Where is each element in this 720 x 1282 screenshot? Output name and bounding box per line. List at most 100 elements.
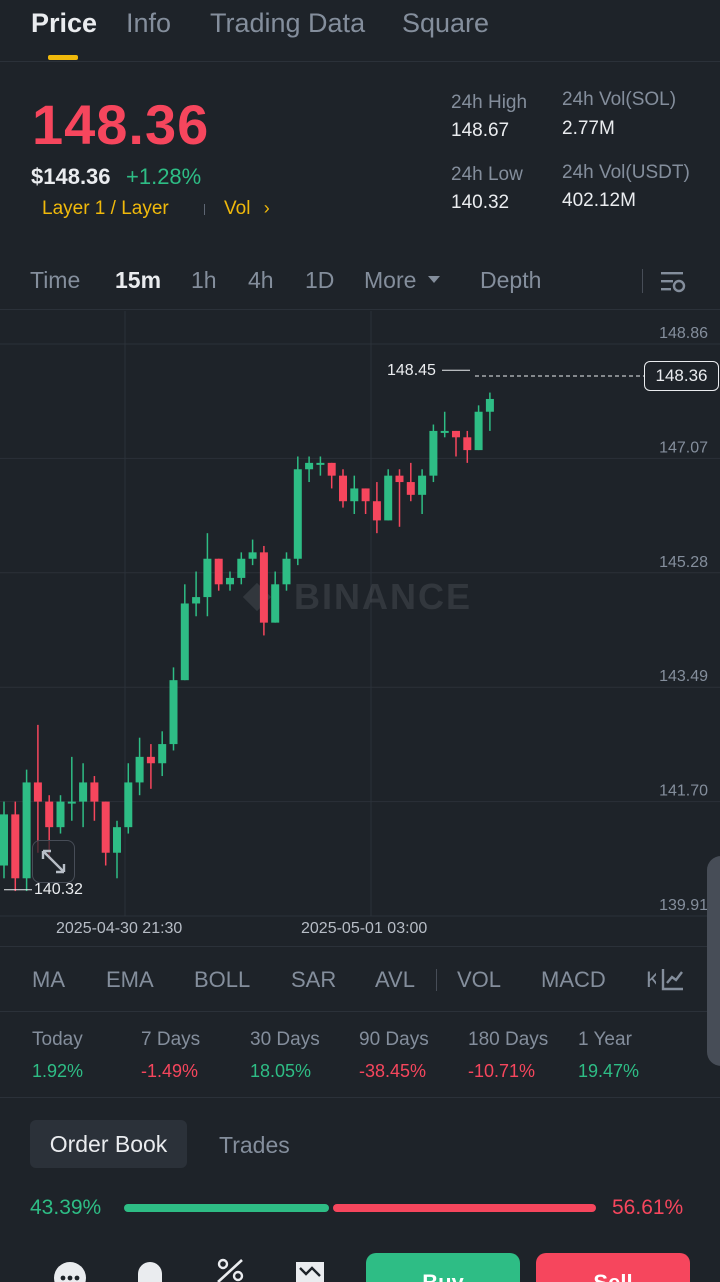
candle-body bbox=[33, 782, 42, 802]
indicator-avl[interactable]: AVL bbox=[375, 967, 415, 993]
candle-body bbox=[192, 597, 201, 604]
buy-ratio: 43.39% bbox=[30, 1196, 102, 1219]
top-tabs: Price Info Trading Data Square bbox=[0, 0, 720, 62]
perf-label: 180 Days bbox=[468, 1029, 549, 1050]
indicator-macd[interactable]: MACD bbox=[541, 967, 606, 993]
candle-body bbox=[293, 469, 302, 559]
chart-canvas: BINANCE 148.86 147.07 145.28 143.49 141.70 13… bbox=[0, 311, 720, 917]
order-book-tab[interactable]: Order Book bbox=[30, 1120, 187, 1168]
category-tags[interactable]: Layer 1 / Layer bbox=[42, 198, 169, 220]
candle-body bbox=[418, 475, 427, 495]
interval-1d[interactable]: 1D bbox=[305, 267, 334, 294]
chat-icon[interactable] bbox=[50, 1256, 90, 1282]
candle-body bbox=[384, 475, 393, 521]
candle-body bbox=[0, 814, 8, 866]
current-price-tag: 148.36 bbox=[644, 361, 719, 391]
candle-body bbox=[101, 801, 110, 853]
candle-body bbox=[90, 782, 99, 802]
indicator-divider bbox=[436, 969, 437, 991]
interval-time[interactable]: Time bbox=[30, 267, 80, 294]
candle-body bbox=[226, 577, 234, 585]
indicator-settings-icon[interactable] bbox=[661, 967, 685, 991]
y-tick-label: 143.49 bbox=[659, 668, 708, 685]
indicator-ema[interactable]: EMA bbox=[106, 967, 154, 993]
perf-label: 30 Days bbox=[250, 1029, 320, 1050]
vol-sol-value: 2.77M bbox=[562, 118, 615, 139]
active-tab-indicator bbox=[48, 55, 78, 60]
candle-body bbox=[146, 756, 155, 764]
interval-depth[interactable]: Depth bbox=[480, 267, 541, 294]
sell-ratio: 56.61% bbox=[612, 1196, 684, 1219]
candle-body bbox=[180, 603, 189, 681]
interval-divider bbox=[642, 269, 643, 293]
side-drawer-handle[interactable] bbox=[707, 856, 720, 1066]
interval-more-label: More bbox=[364, 267, 417, 293]
candle-body bbox=[271, 584, 280, 623]
vol-usdt-label: 24h Vol(USDT) bbox=[562, 162, 690, 183]
candle-body bbox=[282, 558, 291, 585]
price-usd: $148.36 bbox=[31, 164, 111, 189]
perf-value: -10.71% bbox=[468, 1061, 536, 1081]
candle-body bbox=[259, 552, 268, 623]
candle-body bbox=[248, 552, 257, 559]
candle-body bbox=[237, 558, 246, 578]
interval-4h[interactable]: 4h bbox=[248, 267, 274, 294]
sell-button[interactable]: Sell bbox=[536, 1253, 690, 1282]
chart-settings-icon[interactable] bbox=[660, 269, 686, 295]
candle-body bbox=[406, 482, 415, 495]
vol-link-label[interactable]: Vol bbox=[224, 198, 250, 219]
indicator-kdj[interactable]: K bbox=[646, 967, 656, 993]
last-price: 148.36 bbox=[32, 93, 210, 156]
candle-body bbox=[113, 827, 121, 853]
y-tick-label: 141.70 bbox=[659, 783, 708, 800]
candle-body bbox=[327, 462, 336, 476]
indicator-boll[interactable]: BOLL bbox=[194, 967, 250, 993]
tag-separator bbox=[204, 204, 205, 215]
fullscreen-button[interactable] bbox=[32, 840, 75, 883]
candle-body bbox=[350, 488, 359, 502]
watermark-text: BINANCE bbox=[294, 576, 472, 617]
interval-1h[interactable]: 1h bbox=[191, 267, 217, 294]
tab-trading-data[interactable]: Trading Data bbox=[210, 8, 365, 39]
trades-tab[interactable]: Trades bbox=[219, 1132, 290, 1159]
candle-body bbox=[11, 814, 20, 879]
section-divider bbox=[0, 1097, 720, 1098]
perf-value: 19.47% bbox=[578, 1061, 640, 1081]
candlestick-chart[interactable]: BINANCE 148.86 147.07 145.28 143.49 141.70 13… bbox=[0, 311, 720, 945]
tab-info[interactable]: Info bbox=[126, 8, 171, 39]
tag-layer[interactable]: Layer 1 / Layer bbox=[42, 198, 169, 219]
candle-body bbox=[79, 782, 88, 802]
tab-square[interactable]: Square bbox=[402, 8, 489, 39]
indicator-vol[interactable]: VOL bbox=[457, 967, 501, 993]
y-tick-label: 147.07 bbox=[659, 439, 708, 456]
indicator-ma[interactable]: MA bbox=[32, 967, 65, 993]
interval-15m[interactable]: 15m bbox=[115, 267, 161, 294]
expand-icon bbox=[41, 849, 66, 874]
perf-value: -38.45% bbox=[359, 1061, 427, 1081]
candle-body bbox=[22, 782, 31, 879]
buy-ratio-bar bbox=[124, 1204, 329, 1212]
interval-bar: Time 15m 1h 4h 1D More Depth bbox=[0, 255, 720, 310]
bell-icon[interactable] bbox=[130, 1256, 170, 1282]
x-tick-1: 2025-04-30 21:30 bbox=[56, 920, 183, 937]
candle-body bbox=[56, 801, 65, 828]
interval-more[interactable]: More bbox=[364, 267, 441, 294]
vol-usdt-value: 402.12M bbox=[562, 190, 636, 211]
perf-value: 18.05% bbox=[250, 1061, 312, 1081]
tab-price[interactable]: Price bbox=[31, 8, 97, 39]
candle-body bbox=[158, 744, 167, 764]
perf-label: Today bbox=[32, 1029, 83, 1050]
vol-link[interactable]: Vol › bbox=[224, 198, 270, 220]
y-tick-label: 139.91 bbox=[659, 897, 708, 914]
indicator-sar[interactable]: SAR bbox=[291, 967, 336, 993]
candle-body bbox=[372, 501, 381, 521]
strategy-icon[interactable] bbox=[290, 1256, 330, 1282]
perf-value: -1.49% bbox=[141, 1061, 199, 1081]
buy-button[interactable]: Buy bbox=[366, 1253, 520, 1282]
candle-body bbox=[452, 430, 460, 438]
y-tick-label: 148.86 bbox=[659, 325, 708, 342]
candle-body bbox=[463, 437, 472, 451]
high-value: 148.67 bbox=[451, 120, 510, 141]
grid-bot-icon[interactable] bbox=[210, 1256, 250, 1282]
high-label: 24h High bbox=[451, 92, 528, 113]
